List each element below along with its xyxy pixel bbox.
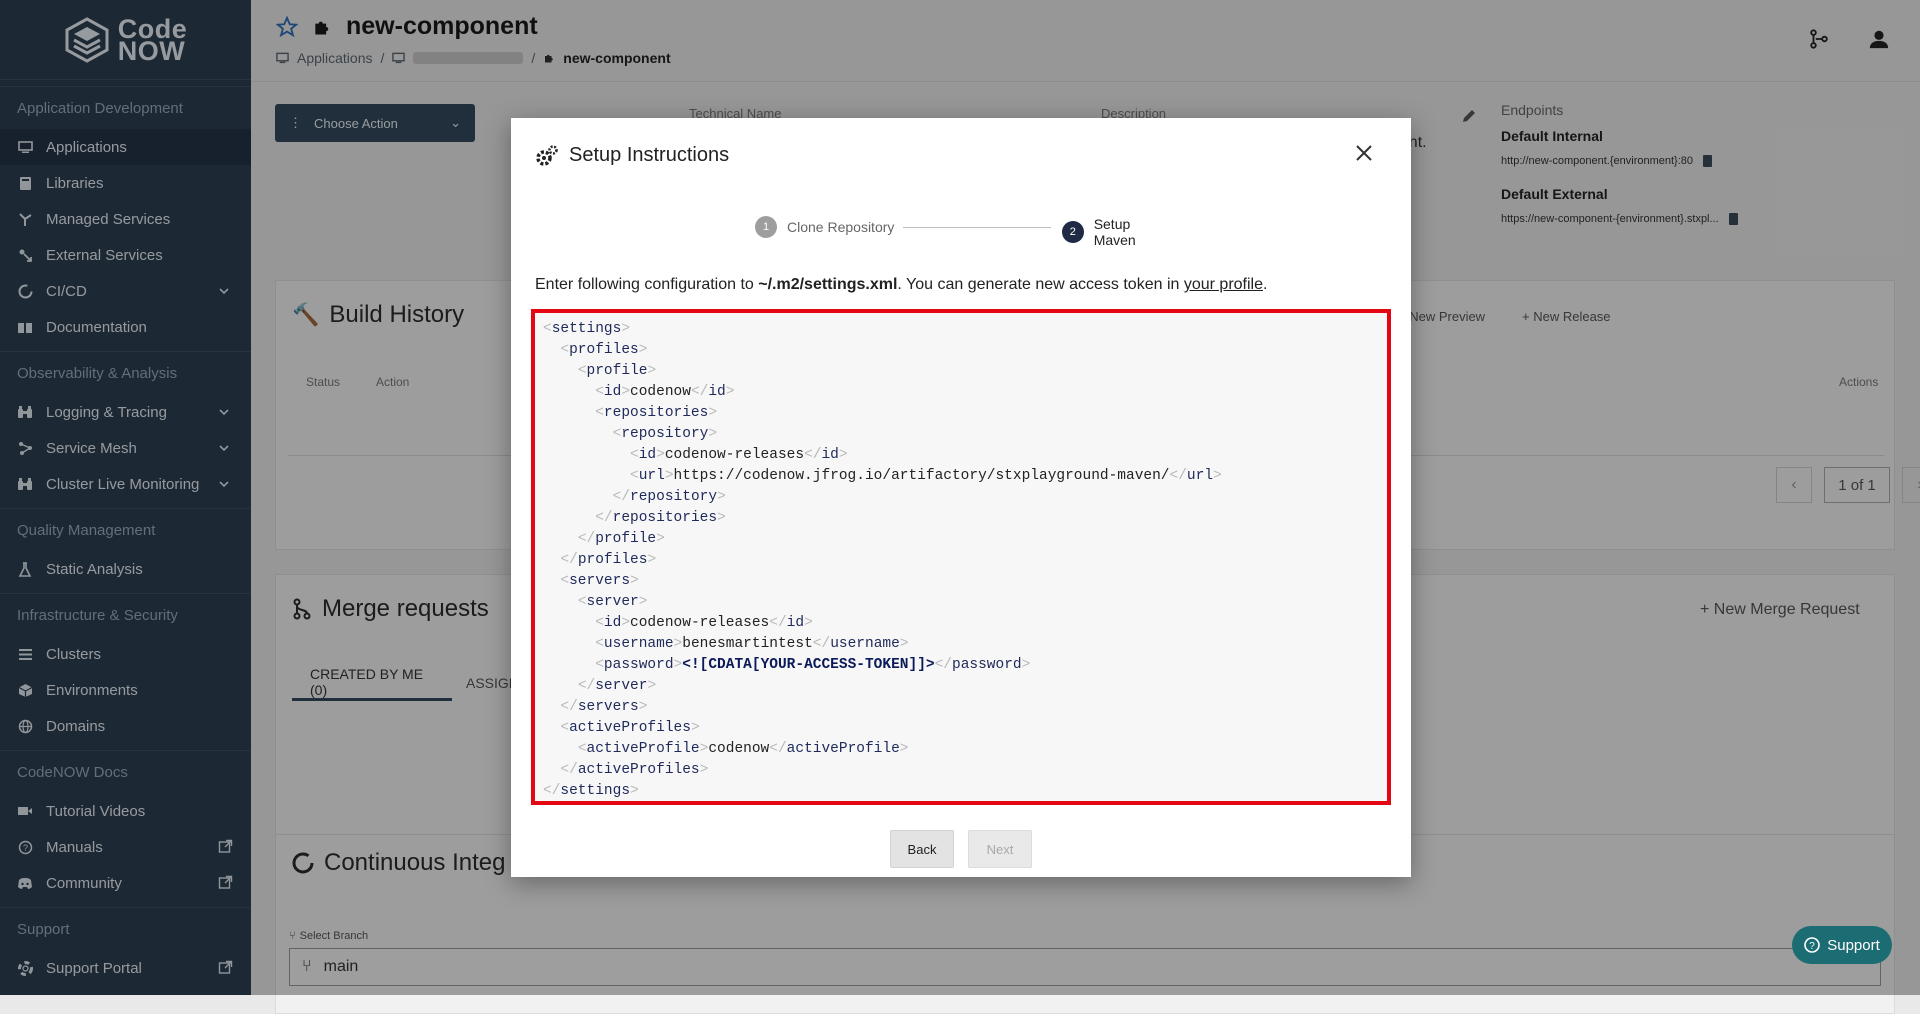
code-line: <password><![CDATA[YOUR-ACCESS-TOKEN]]><… — [595, 657, 1031, 673]
code-line: <repositories> — [595, 405, 718, 421]
code-line: </repositories> — [595, 510, 726, 526]
support-button[interactable]: ? Support — [1792, 926, 1892, 964]
step-label: Clone Repository — [787, 219, 895, 235]
next-button[interactable]: Next — [968, 830, 1032, 868]
instruction-text: Enter following configuration to ~/.m2/s… — [535, 276, 1267, 294]
gears-icon — [536, 144, 558, 166]
your-profile-link[interactable]: your profile — [1184, 276, 1263, 293]
step-connector — [903, 227, 1051, 228]
code-line: <profiles> — [560, 342, 648, 358]
support-label: Support — [1827, 936, 1880, 954]
code-line: </activeProfiles> — [560, 762, 709, 778]
code-line: <activeProfiles> — [560, 720, 700, 736]
code-line: <server> — [577, 594, 648, 610]
code-line: <repository> — [612, 426, 718, 442]
code-line: <url>https://codenow.jfrog.io/artifactor… — [630, 468, 1222, 484]
step-number: 2 — [1062, 221, 1084, 243]
code-line: </profile> — [577, 531, 665, 547]
code-line: <id>codenow</id> — [595, 384, 735, 400]
instruction-end: . — [1263, 276, 1268, 293]
instruction-prefix: Enter following configuration to — [535, 276, 759, 293]
instruction-mid: . You can generate new access token in — [897, 276, 1184, 293]
svg-text:?: ? — [1809, 941, 1815, 952]
question-icon: ? — [1804, 937, 1821, 953]
code-line: <id>codenow-releases</id> — [630, 447, 848, 463]
settings-xml-code: <settings> <profiles> <profile> <id>code… — [543, 319, 1379, 802]
dialog-title: Setup Instructions — [569, 144, 730, 166]
settings-xml-code-block[interactable]: <settings> <profiles> <profile> <id>code… — [531, 309, 1391, 805]
code-line: <servers> — [560, 573, 639, 589]
code-line: <profile> — [577, 363, 657, 379]
code-line: </repository> — [612, 489, 726, 505]
stepper: 1 Clone Repository 2 Setup Maven — [755, 216, 1175, 248]
code-line: <settings> — [543, 321, 631, 337]
code-line: <username>benesmartintest</username> — [595, 636, 909, 652]
step-label: Setup Maven — [1093, 216, 1136, 248]
code-line: </server> — [577, 678, 657, 694]
step-clone-repository[interactable]: 1 Clone Repository — [755, 216, 894, 238]
code-line: <activeProfile>codenow</activeProfile> — [577, 741, 909, 757]
step-setup-maven[interactable]: 2 Setup Maven — [1062, 216, 1175, 248]
close-icon[interactable] — [1353, 142, 1375, 164]
code-line: </servers> — [560, 699, 648, 715]
settings-path: ~/.m2/settings.xml — [758, 276, 898, 293]
code-line: </profiles> — [560, 552, 657, 568]
code-line: <id>codenow-releases</id> — [595, 615, 813, 631]
step-number: 1 — [755, 216, 777, 238]
setup-instructions-dialog: Setup Instructions 1 Clone Repository 2 … — [511, 118, 1411, 877]
code-line: </settings> — [543, 783, 639, 799]
back-button[interactable]: Back — [890, 830, 954, 868]
